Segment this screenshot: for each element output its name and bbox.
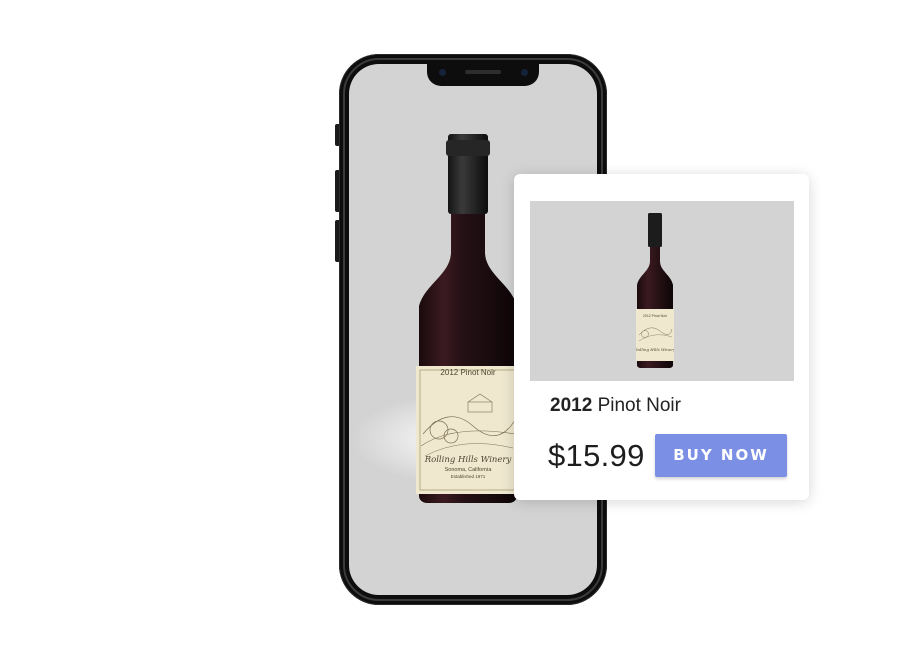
front-camera-icon (439, 69, 446, 76)
sensor-icon (521, 69, 528, 76)
phone-notch (427, 64, 539, 86)
bottle-label-text: 2012 Pinot Noir Rolling Hills Winery Son… (419, 366, 517, 479)
label-location: Sonoma, California (444, 467, 492, 473)
phone-volume-down-button (335, 220, 339, 262)
product-year: 2012 (550, 395, 593, 416)
phone-mute-switch (335, 124, 339, 146)
phone-volume-up-button (335, 170, 339, 212)
svg-text:Rolling Hills Winery: Rolling Hills Winery (636, 347, 674, 352)
product-price: $15.99 (548, 438, 645, 473)
svg-text:2012 Pinot Noir: 2012 Pinot Noir (643, 314, 668, 318)
buy-now-button[interactable]: BUY NOW (655, 434, 787, 477)
product-name: Pinot Noir (597, 395, 681, 416)
product-image[interactable]: 2012 Pinot Noir Rolling Hills Winery (530, 201, 794, 381)
product-card: 2012 Pinot Noir Rolling Hills Winery 201… (514, 174, 809, 500)
earpiece-speaker (465, 70, 501, 74)
label-established: Established 1971 (450, 474, 486, 479)
label-vintage: 2012 Pinot Noir (440, 368, 496, 377)
product-title: 2012 Pinot Noir (550, 395, 681, 417)
label-winery: Rolling Hills Winery (424, 455, 512, 465)
wine-bottle-small: 2012 Pinot Noir Rolling Hills Winery (636, 213, 674, 368)
